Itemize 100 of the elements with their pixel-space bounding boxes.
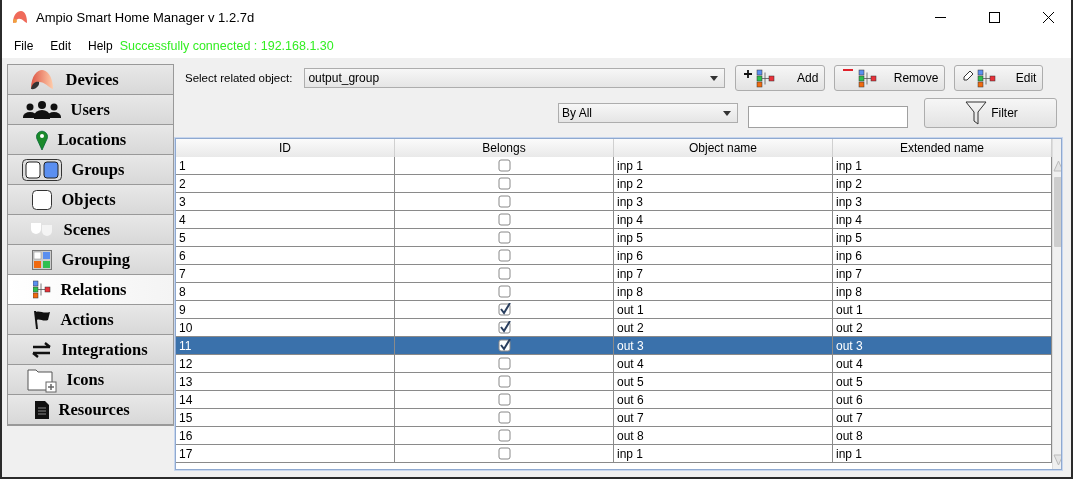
menu-item[interactable]: Edit xyxy=(50,39,72,53)
sidebar-label: Icons xyxy=(66,369,106,390)
table-cell: out 4 xyxy=(614,355,833,373)
checkbox[interactable] xyxy=(497,285,511,298)
toolbar-button[interactable]: Add xyxy=(735,65,826,91)
table-cell: out 1 xyxy=(614,301,833,319)
table-cell: out 6 xyxy=(833,391,1052,409)
sidebar-label: Devices xyxy=(65,69,120,90)
table-cell: inp 4 xyxy=(833,211,1052,229)
table-cell: out 4 xyxy=(833,355,1052,373)
masks-icon xyxy=(29,221,54,238)
document-icon xyxy=(34,400,49,419)
checkbox[interactable] xyxy=(497,321,511,334)
dropdown-caret-icon xyxy=(723,110,731,116)
table-cell: inp 1 xyxy=(833,157,1052,175)
colored-grid-icon xyxy=(31,249,52,270)
table-cell: out 2 xyxy=(833,319,1052,337)
table-cell: 11 xyxy=(176,337,395,355)
filter-button[interactable]: Filter xyxy=(924,98,1057,128)
two-squares-icon xyxy=(21,158,62,181)
table-cell: 7 xyxy=(176,265,395,283)
checkbox[interactable] xyxy=(497,339,511,352)
sidebar-label: Groups xyxy=(71,159,126,180)
table-cell: inp 3 xyxy=(614,193,833,211)
scrollbar-thumb[interactable] xyxy=(1054,177,1061,247)
dropdown-caret-icon xyxy=(710,75,719,81)
add-relation-icon xyxy=(744,68,777,88)
table-cell: 10 xyxy=(176,319,395,337)
related-object-dropdown[interactable]: output_group xyxy=(304,68,726,88)
table-cell: 14 xyxy=(176,391,395,409)
checkbox[interactable] xyxy=(497,303,511,316)
checkbox[interactable] xyxy=(497,213,511,226)
table-cell: 17 xyxy=(176,445,395,463)
sidebar-label: Objects xyxy=(61,189,117,210)
menu-item[interactable]: File xyxy=(14,39,34,53)
table-cell: 1 xyxy=(176,157,395,175)
table-cell: inp 2 xyxy=(614,175,833,193)
checkbox[interactable] xyxy=(497,195,511,208)
table-cell: out 6 xyxy=(614,391,833,409)
square-icon xyxy=(31,189,52,210)
maximize-icon xyxy=(988,11,1000,23)
minimize-icon xyxy=(934,16,946,18)
table-cell: 8 xyxy=(176,283,395,301)
table-cell: 4 xyxy=(176,211,395,229)
sidebar-label: Resources xyxy=(58,399,131,420)
sidebar-label: Locations xyxy=(57,129,128,150)
table-cell: inp 5 xyxy=(614,229,833,247)
table-cell: inp 2 xyxy=(833,175,1052,193)
table-cell: out 1 xyxy=(833,301,1052,319)
table-cell: inp 8 xyxy=(833,283,1052,301)
checkbox[interactable] xyxy=(497,159,511,172)
scroll-up-arrow-icon[interactable] xyxy=(1053,159,1061,173)
filter-field[interactable] xyxy=(748,106,908,128)
folder-plus-icon xyxy=(26,366,57,393)
checkbox[interactable] xyxy=(497,393,511,406)
toolbar-button[interactable]: Edit xyxy=(954,65,1044,91)
table-cell: out 5 xyxy=(614,373,833,391)
sidebar-label: Relations xyxy=(60,279,128,300)
scrollbar[interactable] xyxy=(1052,139,1061,469)
flag-icon xyxy=(32,309,51,330)
checkbox[interactable] xyxy=(497,375,511,388)
sidebar-label: Users xyxy=(70,99,111,120)
checkbox[interactable] xyxy=(497,177,511,190)
filter-mode-dropdown[interactable]: By All xyxy=(558,103,738,123)
table-cell: out 8 xyxy=(614,427,833,445)
sidebar-label: Actions xyxy=(60,309,115,330)
checkbox[interactable] xyxy=(497,429,511,442)
checkbox[interactable] xyxy=(497,411,511,424)
table-cell: out 3 xyxy=(833,337,1052,355)
table-cell: inp 7 xyxy=(614,265,833,283)
table-cell: 12 xyxy=(176,355,395,373)
checkbox[interactable] xyxy=(497,231,511,244)
table-cell: inp 8 xyxy=(614,283,833,301)
relations-icon xyxy=(32,280,51,299)
toolbar-button[interactable]: Remove xyxy=(834,65,946,91)
checkbox[interactable] xyxy=(497,267,511,280)
users-icon xyxy=(22,99,61,120)
table-cell: inp 3 xyxy=(833,193,1052,211)
table-cell: out 7 xyxy=(614,409,833,427)
table-cell: 16 xyxy=(176,427,395,445)
table-cell: 13 xyxy=(176,373,395,391)
menu-item[interactable]: Help xyxy=(88,39,113,53)
table-cell: out 8 xyxy=(833,427,1052,445)
sidebar-label: Scenes xyxy=(63,219,112,240)
table-cell: inp 7 xyxy=(833,265,1052,283)
scroll-down-arrow-icon[interactable] xyxy=(1053,453,1061,467)
map-pin-icon xyxy=(35,129,48,150)
checkbox[interactable] xyxy=(497,447,511,460)
checkbox[interactable] xyxy=(497,357,511,370)
sidebar-item[interactable]: Relations xyxy=(8,275,173,305)
table-cell: inp 1 xyxy=(614,445,833,463)
table-cell: 3 xyxy=(176,193,395,211)
checkbox[interactable] xyxy=(497,249,511,262)
table-cell: inp 6 xyxy=(614,247,833,265)
sidebar-label: Integrations xyxy=(61,339,149,360)
sidebar-label: Grouping xyxy=(61,249,131,270)
window-title: Ampio Smart Home Manager v 1.2.7d xyxy=(36,9,256,25)
table-cell: 5 xyxy=(176,229,395,247)
table-cell: inp 5 xyxy=(833,229,1052,247)
funnel-icon xyxy=(965,101,988,125)
